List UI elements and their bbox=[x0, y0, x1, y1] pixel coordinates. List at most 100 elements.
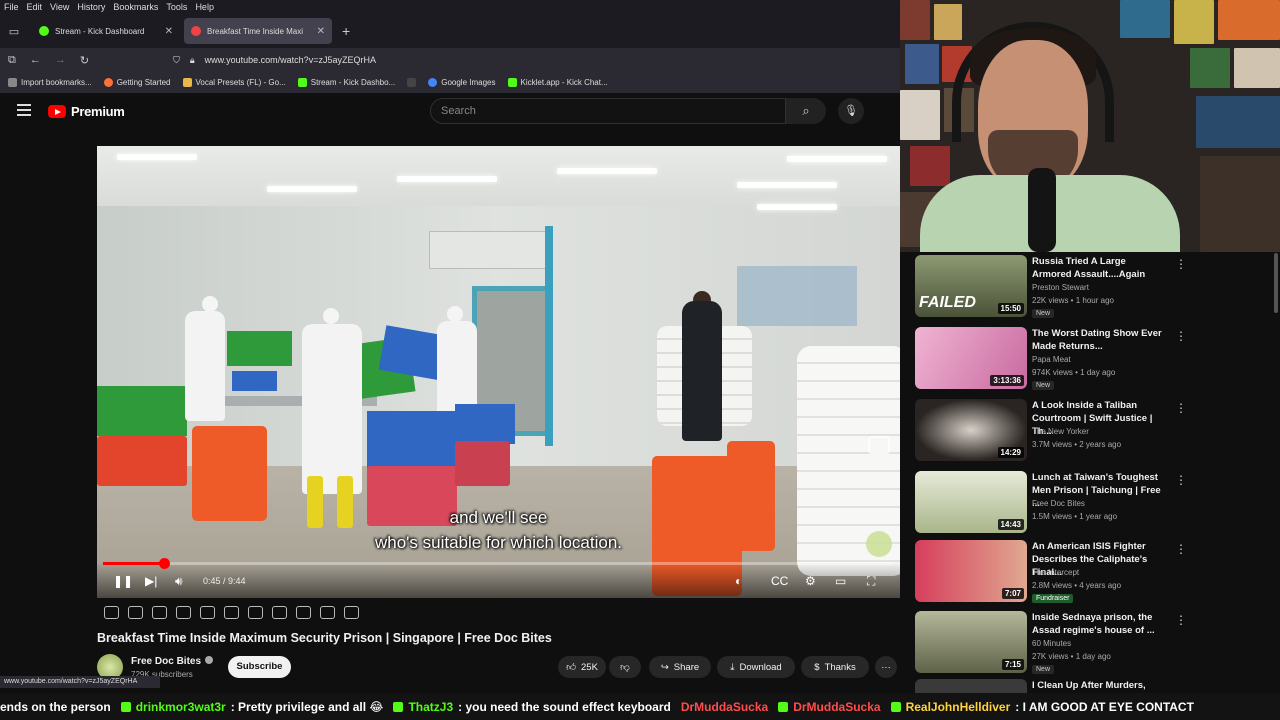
volume-icon[interactable]: 🔊︎ bbox=[175, 574, 183, 589]
bookmark-import[interactable]: Import bookmarks... bbox=[8, 78, 92, 87]
speed-icon[interactable] bbox=[248, 606, 263, 619]
menu-edit[interactable]: Edit bbox=[27, 2, 43, 12]
more-options-icon[interactable]: ⋮ bbox=[1175, 613, 1187, 627]
video-thumbnail[interactable] bbox=[915, 679, 1027, 693]
dislike-button[interactable]: 👎︎ bbox=[609, 656, 641, 678]
settings-gear-icon[interactable]: ⚙ bbox=[805, 574, 816, 588]
list-item[interactable]: 14:43 Lunch at Taiwan's Toughest Men Pri… bbox=[915, 469, 1275, 535]
channel-name[interactable]: The Intercept bbox=[1032, 568, 1079, 577]
menu-file[interactable]: File bbox=[4, 2, 19, 12]
list-item[interactable]: 3:13:36 The Worst Dating Show Ever Made … bbox=[915, 325, 1275, 391]
video-title[interactable]: The Worst Dating Show Ever Made Returns.… bbox=[1032, 327, 1167, 353]
add-icon[interactable] bbox=[272, 606, 287, 619]
video-title[interactable]: Inside Sednaya prison, the Assad regime'… bbox=[1032, 611, 1167, 637]
search-icon[interactable]: ⌕ bbox=[786, 98, 826, 124]
back-icon[interactable]: ← bbox=[30, 54, 41, 66]
playlist-icon[interactable] bbox=[152, 606, 167, 619]
list-item[interactable]: FAILED 15:50 Russia Tried A Large Armore… bbox=[915, 253, 1275, 319]
list-item[interactable]: 14:29 A Look Inside a Taliban Courtroom … bbox=[915, 397, 1275, 463]
video-player[interactable]: and we'll see who's suitable for which l… bbox=[97, 146, 900, 598]
video-title[interactable]: I Clean Up After Murders, Meth bbox=[1032, 679, 1167, 693]
share-button[interactable]: ↪ Share bbox=[649, 656, 711, 678]
list-icon[interactable] bbox=[224, 606, 239, 619]
shield-icon[interactable]: ⛉ bbox=[173, 55, 180, 66]
captions-icon[interactable]: CC bbox=[771, 574, 788, 588]
close-tab-icon[interactable]: ✕ bbox=[317, 26, 325, 37]
youtube-play-icon bbox=[48, 105, 66, 118]
forward-icon[interactable]: → bbox=[55, 54, 66, 66]
video-thumbnail[interactable]: FAILED 15:50 bbox=[915, 255, 1027, 317]
screenshot-icon[interactable] bbox=[296, 606, 311, 619]
new-tab-icon[interactable]: + bbox=[342, 23, 350, 39]
channel-name[interactable]: Preston Stewart bbox=[1032, 283, 1089, 292]
youtube-logo[interactable]: Premium bbox=[48, 104, 125, 119]
url-text[interactable]: www.youtube.com/watch?v=zJ5ayZEQrHA bbox=[205, 55, 376, 65]
menu-icon[interactable] bbox=[17, 104, 31, 116]
bookmark-google-images[interactable]: Google Images bbox=[428, 78, 496, 87]
video-thumbnail[interactable]: 14:43 bbox=[915, 471, 1027, 533]
more-options-icon[interactable]: ⋮ bbox=[1175, 473, 1187, 487]
channel-name[interactable]: Papa Meat bbox=[1032, 355, 1071, 364]
channel-watermark-icon[interactable] bbox=[866, 531, 892, 557]
subscribe-button[interactable]: Subscribe bbox=[228, 656, 291, 678]
video-thumbnail[interactable]: 7:15 bbox=[915, 611, 1027, 673]
progress-bar[interactable] bbox=[103, 558, 893, 569]
more-options-icon[interactable]: ⋮ bbox=[1175, 257, 1187, 271]
autoplay-toggle[interactable]: ◐ bbox=[735, 574, 742, 588]
thanks-button[interactable]: $ Thanks bbox=[801, 656, 869, 678]
lock-icon[interactable]: 🔒︎ bbox=[190, 55, 195, 66]
bookmark-vocal-presets[interactable]: Vocal Presets (FL) - Go... bbox=[182, 78, 286, 87]
pause-icon[interactable]: ❚❚ bbox=[113, 574, 133, 588]
channel-name[interactable]: Free Doc Bites bbox=[131, 656, 214, 667]
tab-list-icon[interactable]: ▭ bbox=[0, 25, 28, 38]
more-options-icon[interactable]: ⋮ bbox=[1175, 329, 1187, 343]
list-item[interactable]: 7:07 An American ISIS Fighter Describes … bbox=[915, 538, 1275, 604]
fullscreen-icon[interactable]: ⛶ bbox=[867, 574, 875, 589]
next-icon[interactable]: ▶| bbox=[145, 574, 157, 588]
more-options-icon[interactable]: ⋮ bbox=[1175, 401, 1187, 415]
video-thumbnail[interactable]: 14:29 bbox=[915, 399, 1027, 461]
microphone-icon[interactable]: 🎙︎ bbox=[838, 98, 864, 124]
channel-name[interactable]: 60 Minutes bbox=[1032, 639, 1071, 648]
loop-icon[interactable] bbox=[104, 606, 119, 619]
youtube-header: Premium Search ⌕ 🎙︎ bbox=[0, 94, 900, 130]
list-item[interactable]: 7:15 Inside Sednaya prison, the Assad re… bbox=[915, 609, 1275, 675]
download-button[interactable]: ⤓ Download bbox=[717, 656, 795, 678]
scrollbar[interactable] bbox=[1274, 253, 1278, 313]
tab-youtube-video[interactable]: Breakfast Time Inside Maxi ✕ bbox=[184, 18, 332, 44]
list-item[interactable]: I Clean Up After Murders, Meth bbox=[915, 677, 1275, 693]
pip-icon[interactable] bbox=[200, 606, 215, 619]
menu-bookmarks[interactable]: Bookmarks bbox=[113, 2, 158, 12]
video-thumbnail[interactable]: 7:07 bbox=[915, 540, 1027, 602]
keyboard-icon[interactable] bbox=[320, 606, 335, 619]
audio-icon[interactable] bbox=[128, 606, 143, 619]
theater-mode-icon[interactable]: ▭ bbox=[835, 574, 846, 588]
chat-ticker: ends on the person drinkmor3wat3r: Prett… bbox=[0, 693, 1280, 720]
bookmark-s[interactable] bbox=[407, 78, 417, 87]
tab-kick-dashboard[interactable]: Stream - Kick Dashboard ✕ bbox=[32, 18, 180, 44]
menu-view[interactable]: View bbox=[50, 2, 69, 12]
menu-help[interactable]: Help bbox=[195, 2, 214, 12]
gear-icon[interactable] bbox=[344, 606, 359, 619]
more-options-icon[interactable]: ⋮ bbox=[1175, 542, 1187, 556]
scrubber-handle[interactable] bbox=[158, 558, 170, 569]
sidebar-toggle-icon[interactable]: ⧉ bbox=[8, 54, 16, 67]
reload-icon[interactable]: ↻ bbox=[80, 54, 89, 67]
channel-name[interactable]: The New Yorker bbox=[1032, 427, 1089, 436]
bookmark-getting-started[interactable]: Getting Started bbox=[103, 78, 171, 87]
video-title[interactable]: Russia Tried A Large Armored Assault....… bbox=[1032, 255, 1167, 281]
bookmark-kick-dashboard[interactable]: Stream - Kick Dashbo... bbox=[297, 78, 395, 87]
menu-tools[interactable]: Tools bbox=[166, 2, 187, 12]
like-button[interactable]: 👍︎ 25K bbox=[558, 656, 606, 678]
menu-history[interactable]: History bbox=[77, 2, 105, 12]
close-tab-icon[interactable]: ✕ bbox=[165, 26, 173, 37]
url-bar[interactable]: ⛉ 🔒︎ www.youtube.com/watch?v=zJ5ayZEQrHA bbox=[173, 50, 900, 70]
s-icon bbox=[407, 78, 417, 87]
pip-icon[interactable] bbox=[868, 436, 890, 454]
video-thumbnail[interactable]: 3:13:36 bbox=[915, 327, 1027, 389]
search-input[interactable]: Search bbox=[430, 98, 786, 124]
channel-name[interactable]: Free Doc Bites bbox=[1032, 499, 1085, 508]
more-actions-button[interactable]: ··· bbox=[875, 656, 897, 678]
bookmark-kicklet[interactable]: Kicklet.app - Kick Chat... bbox=[507, 78, 608, 87]
film-icon[interactable] bbox=[176, 606, 191, 619]
